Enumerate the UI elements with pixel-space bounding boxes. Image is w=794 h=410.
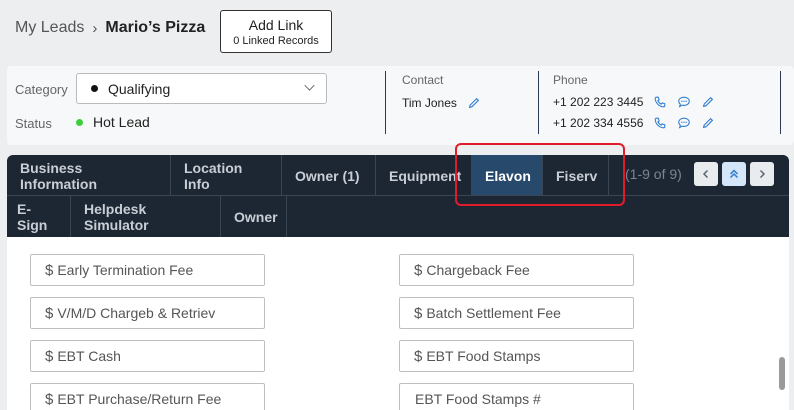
field-placeholder: Early Termination Fee: [57, 262, 194, 278]
batch-settlement-fee-field[interactable]: $ Batch Settlement Fee: [399, 297, 634, 329]
double-chevron-up-icon[interactable]: [721, 162, 746, 186]
tab-row-2: E-Sign Helpdesk Simulator Owner: [7, 196, 287, 237]
dollar-icon: $: [45, 347, 54, 365]
field-placeholder: Chargeback Fee: [426, 262, 530, 278]
tab-location-info[interactable]: Location Info: [171, 155, 282, 196]
dollar-icon: $: [45, 390, 54, 408]
dollar-icon: $: [414, 261, 423, 279]
tab-owner-1[interactable]: Owner (1): [282, 155, 376, 196]
category-value: Qualifying: [108, 80, 171, 97]
field-placeholder: Batch Settlement Fee: [426, 305, 561, 321]
tab-owner[interactable]: Owner: [221, 196, 287, 237]
breadcrumb-my-leads[interactable]: My Leads: [15, 19, 84, 37]
dollar-icon: $: [45, 304, 54, 322]
divider: [780, 71, 781, 134]
divider: [538, 71, 539, 134]
status-label: Status: [15, 116, 52, 131]
early-termination-fee-field[interactable]: $ Early Termination Fee: [30, 254, 265, 286]
add-link-button[interactable]: Add Link 0 Linked Records: [220, 10, 332, 53]
pencil-icon[interactable]: [701, 116, 715, 130]
dollar-icon: $: [414, 304, 423, 322]
breadcrumb-separator: ›: [92, 19, 98, 37]
vmd-chargeback-retrieval-field[interactable]: $ V/M/D Chargeb & Retriev: [30, 297, 265, 329]
category-label: Category: [15, 82, 68, 97]
status-value[interactable]: Hot Lead: [76, 114, 150, 130]
field-placeholder: EBT Food Stamps: [426, 348, 541, 364]
tab-bar: Business Information Location Info Owner…: [7, 155, 789, 237]
tab-helpdesk-simulator[interactable]: Helpdesk Simulator: [71, 196, 221, 237]
add-link-label: Add Link: [248, 16, 304, 33]
pencil-icon[interactable]: [701, 95, 715, 109]
category-select[interactable]: Qualifying: [76, 73, 327, 104]
phone-row: +1 202 334 4556: [553, 116, 715, 130]
field-placeholder: V/M/D Chargeb & Retriev: [57, 305, 216, 321]
tab-e-sign[interactable]: E-Sign: [7, 196, 71, 237]
ebt-food-stamps-field[interactable]: $ EBT Food Stamps: [399, 340, 634, 372]
ebt-purchase-return-fee-field[interactable]: $ EBT Purchase/Return Fee: [30, 383, 265, 410]
tab-equipment[interactable]: Equipment: [376, 155, 472, 196]
ebt-cash-field[interactable]: $ EBT Cash: [30, 340, 265, 372]
message-icon[interactable]: [677, 95, 691, 109]
linked-records-count: 0 Linked Records: [233, 34, 319, 47]
breadcrumb-current: Mario’s Pizza: [105, 19, 206, 36]
tab-fiserv[interactable]: Fiserv: [543, 155, 609, 196]
ebt-food-stamps-number-field[interactable]: EBT Food Stamps #: [399, 383, 634, 410]
tab-count: (1-9 of 9): [625, 166, 682, 182]
phone-label: Phone: [553, 73, 588, 87]
status-dot-icon: [76, 118, 83, 126]
field-placeholder: EBT Cash: [57, 348, 121, 364]
pencil-icon[interactable]: [467, 96, 481, 110]
category-dot-icon: [91, 85, 98, 92]
chargeback-fee-field[interactable]: $ Chargeback Fee: [399, 254, 634, 286]
scrollbar-thumb[interactable]: [779, 357, 785, 390]
contact-name[interactable]: Tim Jones: [402, 96, 457, 110]
phone-icon[interactable]: [653, 116, 667, 130]
tab-row-1: Business Information Location Info Owner…: [7, 155, 609, 196]
divider: [385, 71, 386, 134]
chevron-left-icon[interactable]: [693, 162, 718, 186]
chevron-down-icon: [304, 80, 315, 91]
phone-number[interactable]: +1 202 334 4556: [553, 116, 643, 130]
lead-info-card: Category Qualifying Status Hot Lead Cont…: [7, 66, 794, 145]
tab-pager: (1-9 of 9): [625, 162, 774, 186]
contact-label: Contact: [402, 73, 444, 87]
dollar-icon: $: [414, 347, 423, 365]
message-icon[interactable]: [677, 116, 691, 130]
dollar-icon: $: [45, 261, 54, 279]
breadcrumb: My Leads › Mario’s Pizza: [15, 19, 205, 37]
field-placeholder: EBT Purchase/Return Fee: [57, 391, 222, 407]
phone-icon[interactable]: [653, 95, 667, 109]
chevron-right-icon[interactable]: [749, 162, 774, 186]
tab-elavon[interactable]: Elavon: [472, 155, 543, 196]
phone-row: +1 202 223 3445: [553, 95, 715, 109]
phone-number[interactable]: +1 202 223 3445: [553, 95, 643, 109]
field-placeholder: EBT Food Stamps #: [415, 391, 541, 407]
status-text: Hot Lead: [93, 114, 150, 130]
contact-row: Tim Jones: [402, 96, 481, 110]
tab-business-information[interactable]: Business Information: [7, 155, 171, 196]
